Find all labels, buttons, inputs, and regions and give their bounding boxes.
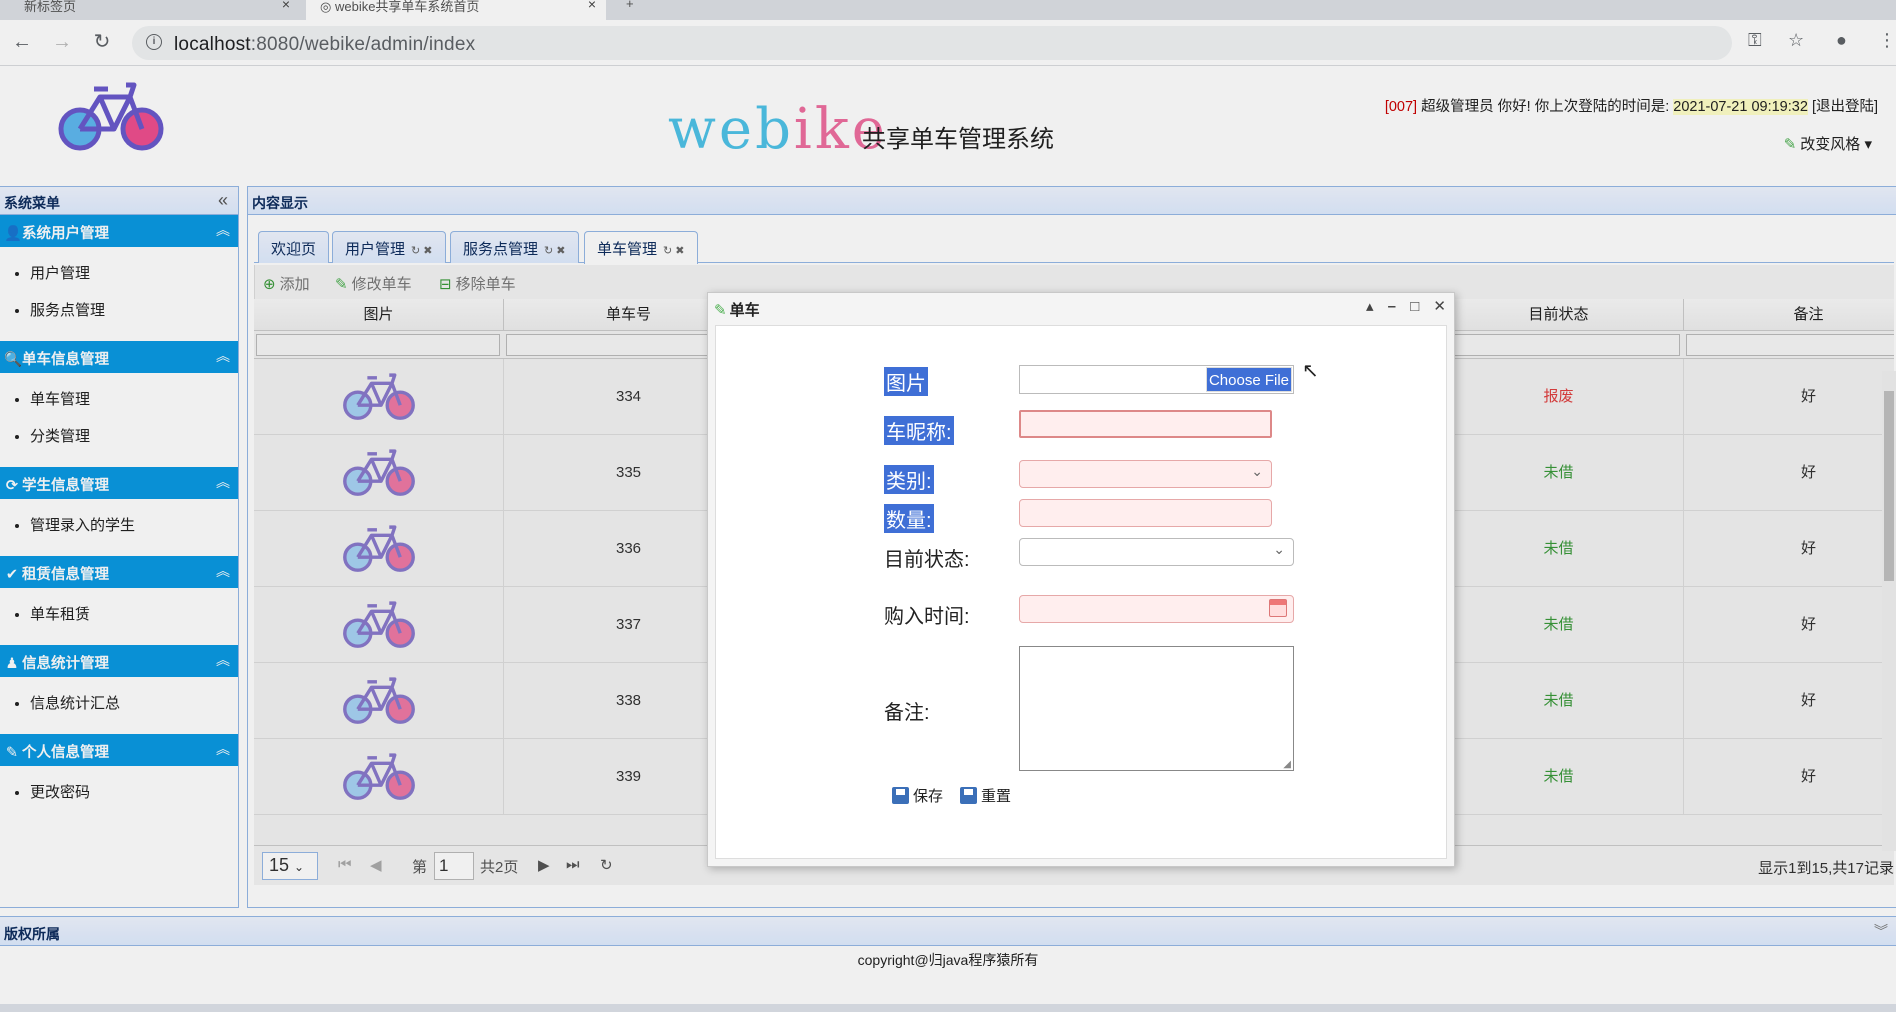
chevron-down-icon: ⌄: [1273, 541, 1285, 557]
label-status: 目前状态:: [884, 549, 970, 571]
label-category: 类别:: [884, 465, 934, 494]
label-picture: 图片: [884, 367, 928, 396]
save-icon: [960, 787, 977, 804]
nickname-input[interactable]: [1019, 410, 1272, 438]
dialog-header: ✎ 单车 ▴ – □ ✕: [714, 297, 1446, 319]
dialog-tools: ▴ – □ ✕: [1356, 297, 1446, 315]
resize-grip-icon[interactable]: ◢: [1283, 759, 1291, 770]
maximize-icon[interactable]: □: [1410, 298, 1419, 315]
status-select[interactable]: ⌄: [1019, 538, 1294, 566]
minimize-icon[interactable]: –: [1388, 298, 1396, 315]
save-button[interactable]: 保存: [892, 785, 943, 806]
bike-dialog: ✎ 单车 ▴ – □ ✕ 图片 Choose File 车昵称: 类别: ⌄ 数量…: [707, 292, 1455, 867]
label-purchase-time: 购入时间:: [884, 606, 970, 628]
label-nickname: 车昵称:: [884, 416, 954, 445]
label-note: 备注:: [884, 702, 930, 724]
calendar-icon[interactable]: [1269, 599, 1287, 617]
label-quantity: 数量:: [884, 504, 934, 533]
mouse-cursor-icon: ↖: [1302, 360, 1319, 382]
collapse-up-icon[interactable]: ▴: [1366, 298, 1374, 315]
quantity-input[interactable]: [1019, 499, 1272, 527]
choose-file-button[interactable]: Choose File: [1206, 367, 1292, 392]
close-icon[interactable]: ✕: [1433, 298, 1446, 315]
pencil-icon: ✎: [714, 302, 727, 319]
reset-button[interactable]: 重置: [960, 785, 1011, 806]
chevron-down-icon: ⌄: [1251, 463, 1263, 479]
dialog-form: 图片 Choose File 车昵称: 类别: ⌄ 数量: 目前状态: ⌄ 购入…: [715, 325, 1447, 859]
purchase-time-input[interactable]: [1019, 595, 1294, 623]
category-select[interactable]: ⌄: [1019, 460, 1272, 488]
picture-file-input[interactable]: Choose File: [1019, 365, 1294, 394]
note-textarea[interactable]: ◢: [1019, 646, 1294, 771]
save-icon: [892, 787, 909, 804]
